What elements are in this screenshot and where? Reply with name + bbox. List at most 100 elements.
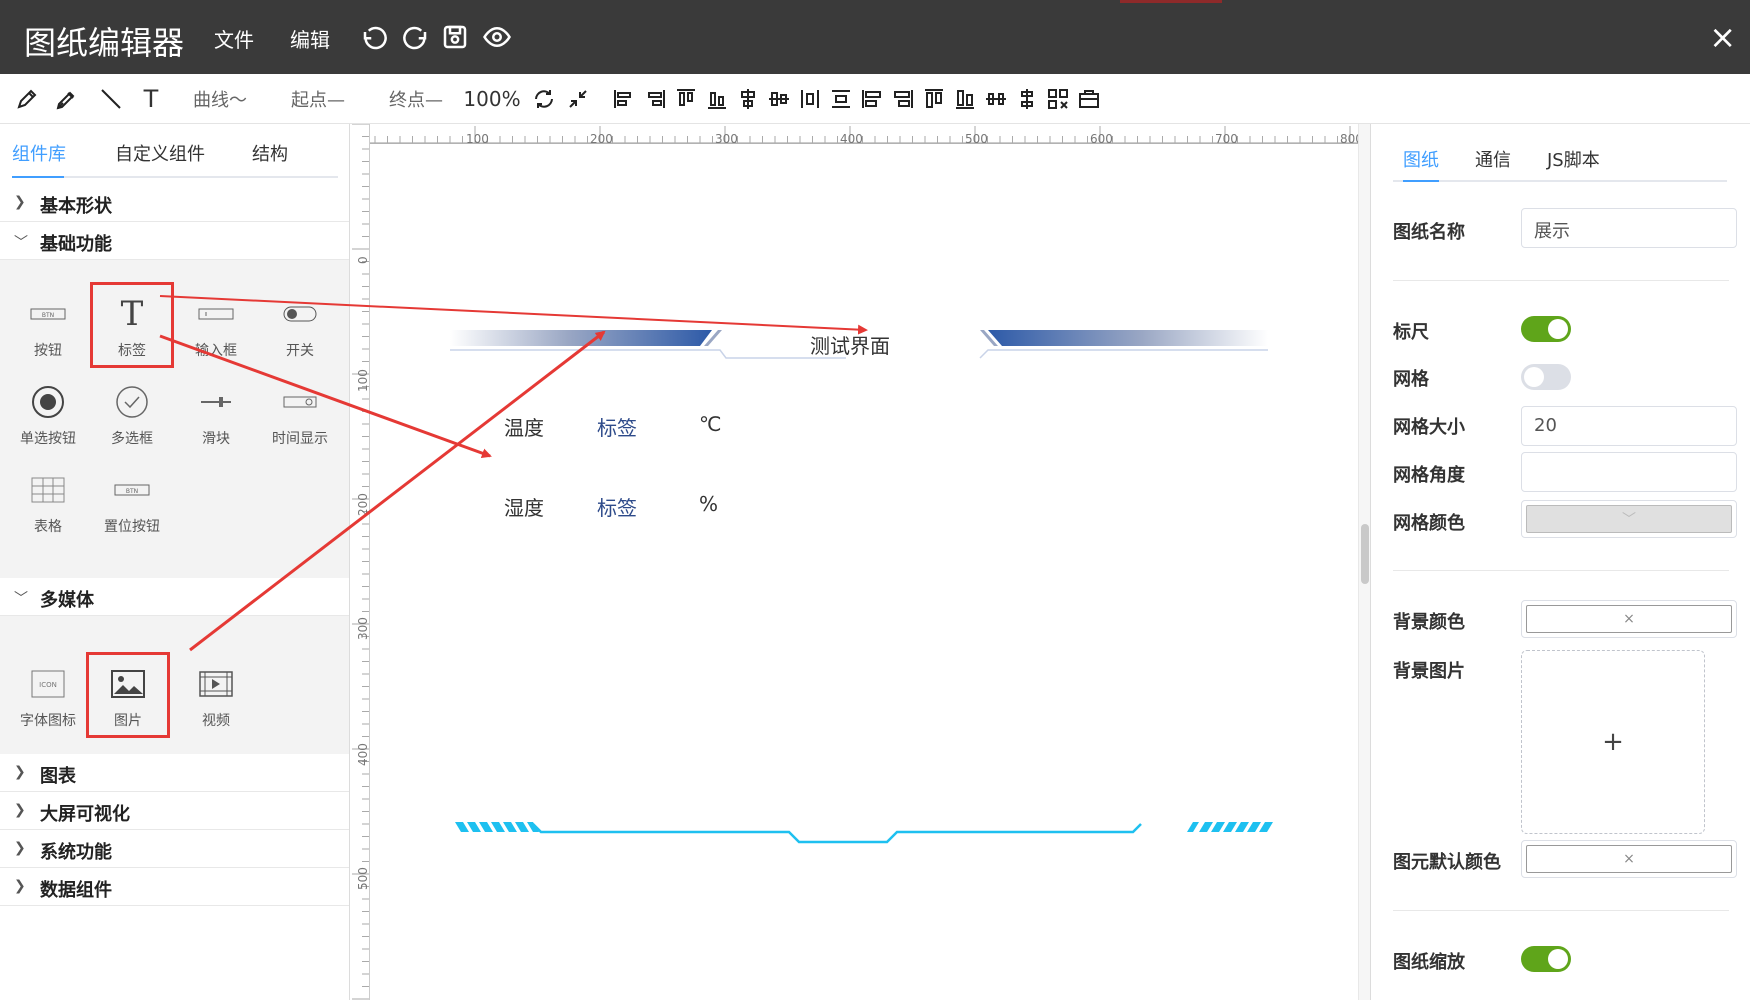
tab-js-script[interactable]: JS脚本 <box>1547 146 1600 172</box>
group-icon[interactable] <box>1077 82 1101 116</box>
align-center-v-icon[interactable] <box>767 82 791 116</box>
drawing-scale-label: 图纸缩放 <box>1393 952 1465 973</box>
shrink-icon[interactable] <box>566 82 590 116</box>
clock-display-icon <box>258 382 342 422</box>
component-switch[interactable]: 开关 <box>258 282 342 368</box>
end-arrow-dropdown[interactable]: 终点— <box>384 82 448 116</box>
component-label-text[interactable]: T 标签 <box>90 282 174 368</box>
chevron-right-icon: ❯ <box>14 764 26 780</box>
align-bottom-icon[interactable] <box>705 82 729 116</box>
refresh-icon[interactable] <box>532 82 556 116</box>
distribute-v-icon[interactable] <box>829 82 853 116</box>
canvas-scrollbar[interactable] <box>1358 124 1370 1000</box>
space-evenly-icon[interactable] <box>984 82 1008 116</box>
section-basic-shapes[interactable]: ❯ 基本形状 <box>0 184 349 222</box>
pencil-icon[interactable] <box>12 82 42 116</box>
tab-communication[interactable]: 通信 <box>1475 146 1511 172</box>
background-image-label: 背景图片 <box>1393 661 1465 682</box>
component-label: 开关 <box>286 343 314 359</box>
save-icon[interactable] <box>440 22 470 52</box>
tab-structure[interactable]: 结构 <box>252 140 288 166</box>
text-tool-icon[interactable]: T <box>136 82 166 116</box>
chevron-down-icon: ﹀ <box>14 591 28 607</box>
component-set-button[interactable]: BTN 置位按钮 <box>90 458 174 544</box>
component-input[interactable]: 输入框 <box>174 282 258 368</box>
toggle-knob <box>1524 367 1544 387</box>
chevron-down-icon: ﹀ <box>1526 505 1732 533</box>
drawing-name-input[interactable]: 展示 <box>1521 208 1737 248</box>
component-slider[interactable]: 滑块 <box>174 370 258 456</box>
same-height-icon[interactable] <box>891 82 915 116</box>
section-data[interactable]: ❯ 数据组件 <box>0 868 349 906</box>
component-button[interactable]: BTN 按钮 <box>6 282 90 368</box>
align-right-icon[interactable] <box>643 82 667 116</box>
start-arrow-dropdown[interactable]: 起点— <box>286 82 350 116</box>
align-left-icon[interactable] <box>612 82 636 116</box>
undo-icon[interactable] <box>360 22 390 52</box>
align-center-h-icon[interactable] <box>736 82 760 116</box>
same-size-top-icon[interactable] <box>922 82 946 116</box>
footer-decoration[interactable] <box>455 814 1275 844</box>
section-label: 大屏可视化 <box>40 804 130 825</box>
menu-file[interactable]: 文件 <box>214 24 254 53</box>
zoom-level[interactable]: 100% <box>462 82 522 116</box>
section-label: 基础功能 <box>40 234 112 255</box>
canvas-heading[interactable]: 测试界面 <box>810 330 890 359</box>
component-time-display[interactable]: 时间显示 <box>258 370 342 456</box>
canvas-humidity-unit[interactable]: % <box>699 492 718 516</box>
section-basic-functions[interactable]: ﹀ 基础功能 <box>0 222 349 260</box>
section-system[interactable]: ❯ 系统功能 <box>0 830 349 868</box>
curve-dropdown[interactable]: 曲线～ <box>188 82 252 116</box>
default-color-picker[interactable]: × <box>1521 840 1737 878</box>
canvas-temp-unit[interactable]: ℃ <box>699 412 721 436</box>
component-label: 置位按钮 <box>104 519 160 535</box>
background-color-picker[interactable]: × <box>1521 600 1737 638</box>
menu-edit[interactable]: 编辑 <box>290 24 330 53</box>
section-multimedia[interactable]: ﹀ 多媒体 <box>0 578 349 616</box>
component-video[interactable]: 视频 <box>174 652 258 738</box>
grid-color-picker[interactable]: ﹀ <box>1521 500 1737 538</box>
line-icon[interactable] <box>96 82 126 116</box>
section-charts[interactable]: ❯ 图表 <box>0 754 349 792</box>
pen-icon[interactable] <box>52 82 82 116</box>
ruler-label: 500 <box>356 867 370 890</box>
ruler-label: 200 <box>356 493 370 516</box>
space-vertical-icon[interactable] <box>1015 82 1039 116</box>
section-bigscreen[interactable]: ❯ 大屏可视化 <box>0 792 349 830</box>
same-size-bottom-icon[interactable] <box>953 82 977 116</box>
tab-component-library[interactable]: 组件库 <box>12 140 66 166</box>
canvas-humidity-value[interactable]: 标签 <box>597 492 637 521</box>
canvas-humidity-label[interactable]: 湿度 <box>504 492 544 521</box>
drawing-canvas[interactable]: 100 200 300 400 500 600 700 800 0 100 20… <box>350 124 1370 1000</box>
redo-icon[interactable] <box>400 22 430 52</box>
grid-toggle[interactable] <box>1521 364 1571 390</box>
component-checkbox[interactable]: 多选框 <box>90 370 174 456</box>
ruler-label: 100 <box>356 369 370 392</box>
section-label: 图表 <box>40 766 76 787</box>
tab-drawing[interactable]: 图纸 <box>1403 146 1439 172</box>
tab-custom-components[interactable]: 自定义组件 <box>115 140 205 166</box>
same-width-icon[interactable] <box>860 82 884 116</box>
grid-angle-input[interactable] <box>1521 452 1737 492</box>
component-radio[interactable]: 单选按钮 <box>6 370 90 456</box>
video-icon <box>174 664 258 704</box>
radio-icon <box>6 382 90 422</box>
distribute-h-icon[interactable] <box>798 82 822 116</box>
drawing-scale-toggle[interactable] <box>1521 946 1571 972</box>
component-image[interactable]: 图片 <box>86 652 170 738</box>
preview-eye-icon[interactable] <box>482 22 512 52</box>
ruler-toggle[interactable] <box>1521 316 1571 342</box>
background-image-upload[interactable]: + <box>1521 650 1705 834</box>
component-table[interactable]: 表格 <box>6 458 90 544</box>
grid-size-input[interactable]: 20 <box>1521 406 1737 446</box>
align-top-icon[interactable] <box>674 82 698 116</box>
close-button[interactable]: × <box>1709 18 1736 56</box>
switch-icon <box>258 294 342 334</box>
ungroup-icon[interactable] <box>1046 82 1070 116</box>
canvas-temp-label[interactable]: 温度 <box>504 412 544 441</box>
canvas-temp-value[interactable]: 标签 <box>597 412 637 441</box>
clear-color-icon: × <box>1526 845 1732 873</box>
chevron-down-icon: ﹀ <box>14 235 28 251</box>
scroll-thumb[interactable] <box>1361 524 1369 584</box>
ruler-label: 标尺 <box>1393 322 1429 343</box>
